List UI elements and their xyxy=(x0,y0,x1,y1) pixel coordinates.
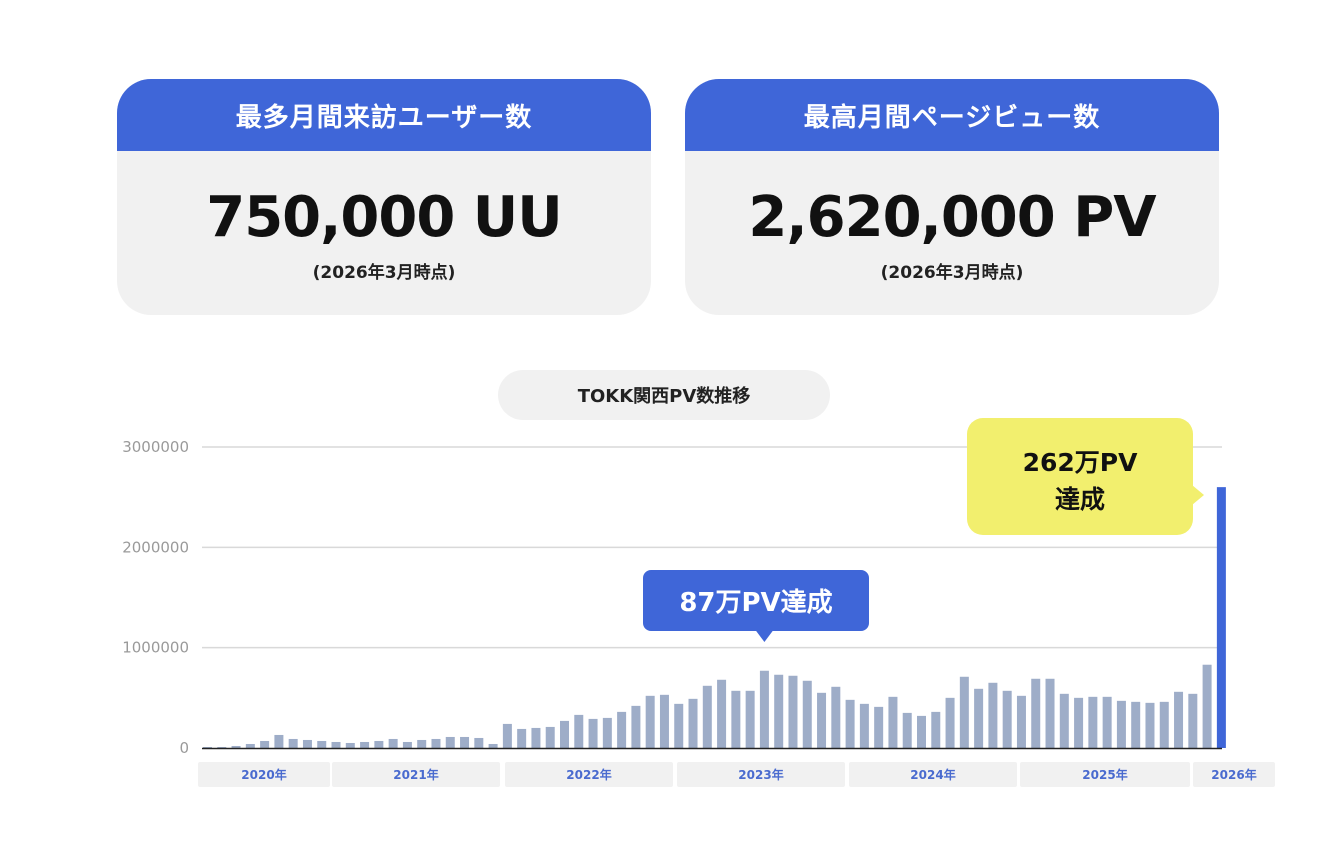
bar xyxy=(988,682,998,748)
bar xyxy=(231,745,241,748)
bar xyxy=(931,711,941,748)
bar xyxy=(1002,690,1012,748)
bar xyxy=(959,676,969,748)
bar xyxy=(845,699,855,748)
bar xyxy=(745,690,755,748)
bar xyxy=(1102,696,1112,748)
bar xyxy=(674,703,684,748)
bar xyxy=(1074,697,1084,748)
bar xyxy=(717,679,727,748)
bar xyxy=(602,717,612,748)
bar xyxy=(374,740,384,748)
bar xyxy=(1059,693,1069,748)
annotation-label: 達成 xyxy=(1055,485,1105,514)
bar xyxy=(917,715,926,748)
bar xyxy=(1088,696,1098,748)
bar xyxy=(1045,678,1055,748)
bar xyxy=(759,670,769,748)
bar xyxy=(1116,700,1126,748)
x-tick-label: 2020年 xyxy=(241,767,286,782)
bar xyxy=(317,740,327,748)
bar xyxy=(560,720,569,748)
x-tick-label: 2022年 xyxy=(566,767,611,782)
bar xyxy=(574,714,584,748)
bar xyxy=(488,743,498,748)
bar xyxy=(288,738,298,748)
bar xyxy=(874,706,884,748)
bar xyxy=(631,705,641,748)
x-tick-label: 2025年 xyxy=(1082,767,1127,782)
y-tick-label: 3000000 xyxy=(122,438,189,456)
y-tick-label: 1000000 xyxy=(122,639,189,657)
bar xyxy=(517,728,527,748)
bar xyxy=(1174,691,1184,748)
annotation-pointer xyxy=(755,630,774,642)
bar xyxy=(1202,664,1212,748)
bar xyxy=(788,675,798,748)
annotation-label: 262万PV xyxy=(1023,448,1139,477)
bar xyxy=(659,694,669,748)
bar xyxy=(588,718,598,748)
bar xyxy=(1188,693,1198,748)
bar xyxy=(1031,678,1041,748)
y-tick-label: 0 xyxy=(179,739,189,757)
bar xyxy=(645,695,655,748)
bar xyxy=(417,739,427,748)
bar xyxy=(388,738,398,748)
x-tick-label: 2024年 xyxy=(910,767,955,782)
bar xyxy=(902,712,912,748)
bar xyxy=(1216,487,1226,748)
x-tick-label: 2026年 xyxy=(1211,767,1256,782)
bar xyxy=(974,688,984,748)
bar xyxy=(1145,702,1155,748)
bar xyxy=(431,738,441,748)
bar xyxy=(345,742,355,748)
bar xyxy=(545,726,555,748)
bar xyxy=(888,696,898,748)
bar xyxy=(460,736,470,748)
bar xyxy=(360,741,370,748)
pv-trend-chart: 0 1000000 2000000 3000000 2020年 2021年 2022年 202… xyxy=(122,418,1275,787)
bar xyxy=(688,698,698,748)
x-tick-label: 2021年 xyxy=(393,767,438,782)
bar xyxy=(859,703,869,748)
bar xyxy=(802,680,812,748)
bar xyxy=(260,740,270,748)
bar xyxy=(702,685,712,748)
bar xyxy=(302,739,312,748)
bar xyxy=(474,737,484,748)
bar xyxy=(502,723,512,748)
bar xyxy=(731,690,741,748)
bar xyxy=(445,736,455,748)
bar xyxy=(1016,695,1026,748)
bar xyxy=(945,697,955,748)
bar xyxy=(245,743,255,748)
bar xyxy=(1159,701,1169,748)
bar xyxy=(774,674,784,748)
annotation-pointer xyxy=(1192,485,1204,505)
annotation-label: 87万PV達成 xyxy=(679,588,832,618)
y-tick-label: 2000000 xyxy=(122,538,189,556)
bar xyxy=(531,727,541,748)
bar xyxy=(274,734,284,748)
bar xyxy=(831,686,841,748)
bar xyxy=(817,692,827,748)
bar xyxy=(331,741,341,748)
bar xyxy=(402,741,412,748)
x-tick-label: 2023年 xyxy=(738,767,783,782)
bar xyxy=(1131,701,1141,748)
bar xyxy=(617,711,627,748)
